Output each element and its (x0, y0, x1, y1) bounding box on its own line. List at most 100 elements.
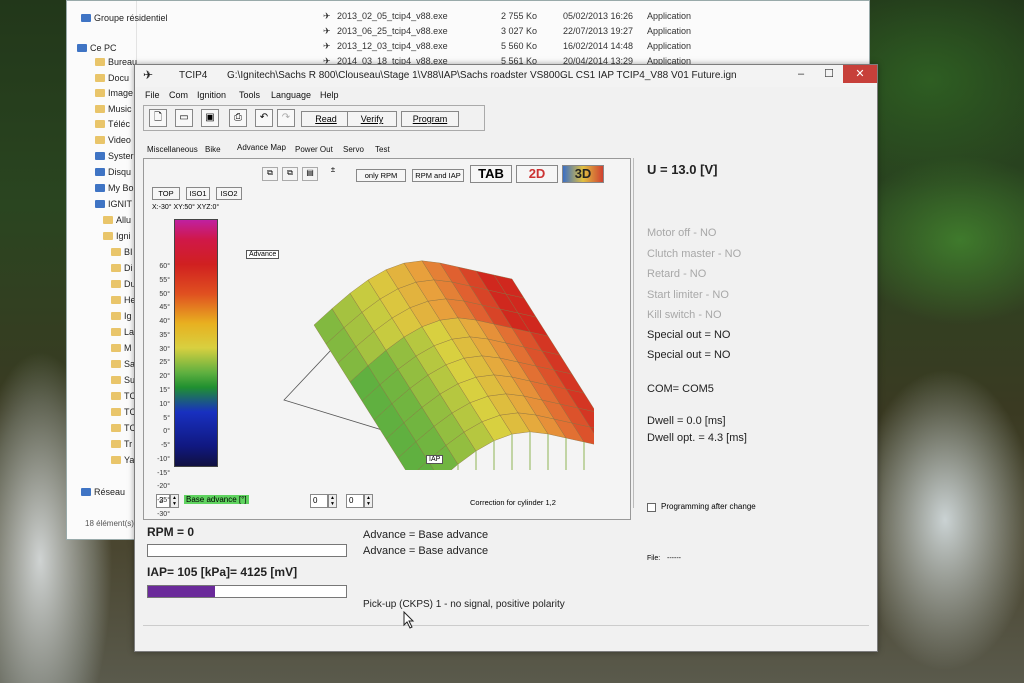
app-icon: ✈ (143, 68, 154, 82)
explorer-nav-item[interactable]: Téléc (95, 117, 130, 131)
tab-servo[interactable]: Servo (343, 145, 364, 157)
title-bar: ✈ TCIP4 G:\Ignitech\Sachs R 800\Clouseau… (135, 65, 877, 87)
correction-a-stepper[interactable]: ▲ ▼ (328, 494, 337, 508)
explorer-nav-item[interactable]: Video (95, 133, 131, 147)
explorer-nav-item[interactable]: Ya (111, 453, 134, 467)
explorer-nav-item[interactable]: TC (111, 389, 136, 403)
adjust-icon[interactable]: ± (326, 165, 340, 183)
explorer-nav-item[interactable]: Di (111, 261, 133, 275)
explorer-nav-item[interactable]: Bureau (95, 55, 137, 69)
explorer-nav-item[interactable]: Disqu (95, 165, 131, 179)
file-size: 2 755 Ko (501, 11, 538, 21)
file-value: ------ (667, 555, 681, 562)
explorer-nav-label: Ya (124, 455, 135, 465)
explorer-nav-item[interactable]: M (111, 341, 132, 355)
tab-advance-map[interactable]: Advance Map (237, 143, 286, 155)
scale-tick-label: 60° (159, 263, 170, 270)
tab-bike[interactable]: Bike (205, 145, 221, 157)
file-row[interactable]: ✈ 2013_06_25_tcip4_v88.exe 3 027 Ko 22/07/2… (323, 26, 783, 41)
menu-ignition[interactable]: Ignition (197, 90, 226, 100)
menu-com[interactable]: Com (169, 90, 188, 100)
explorer-nav-item[interactable]: Ce PC (77, 41, 117, 55)
file-row[interactable]: ✈ 2013_02_05_tcip4_v88.exe 2 755 Ko 05/02/2… (323, 11, 783, 26)
clipboard-icon[interactable]: ▤ (302, 167, 318, 181)
iso1-view-button[interactable]: ISO1 (186, 187, 210, 200)
2d-view-button[interactable]: 2D (516, 165, 558, 183)
programming-after-change-checkbox[interactable] (647, 503, 656, 512)
explorer-nav-item[interactable]: Tr (111, 437, 132, 451)
folder-icon (95, 58, 105, 66)
only-rpm-button[interactable]: only RPM (356, 169, 406, 182)
explorer-nav-item[interactable]: TC (111, 421, 136, 435)
correction-b-stepper[interactable]: ▲ ▼ (364, 494, 373, 508)
menu-language[interactable]: Language (271, 90, 311, 100)
explorer-nav-item[interactable]: He (111, 293, 136, 307)
folder-icon (111, 376, 121, 384)
explorer-nav-item[interactable]: TC (111, 405, 136, 419)
explorer-nav-item[interactable]: Image (95, 86, 133, 100)
explorer-nav-item[interactable]: Docu (95, 71, 129, 85)
folder-icon (95, 136, 105, 144)
correction-a-value[interactable]: 0 (310, 494, 328, 508)
iso2-view-button[interactable]: ISO2 (216, 187, 242, 200)
minimize-button[interactable]: – (787, 65, 815, 83)
application-icon: ✈ (323, 41, 331, 51)
file-row[interactable]: ✈ 2013_12_03_tcip4_v88.exe 5 560 Ko 16/02/2… (323, 41, 783, 56)
explorer-nav-item[interactable]: BI (111, 245, 133, 259)
explorer-nav-item[interactable]: Du (111, 277, 136, 291)
3d-view-button[interactable]: 3D (562, 165, 604, 183)
correction-label: Correction for cylinder 1,2 (470, 498, 556, 507)
read-button[interactable]: Read (301, 111, 351, 127)
top-view-button[interactable]: TOP (152, 187, 180, 200)
print-icon[interactable]: ⎙ (229, 109, 247, 127)
verify-button[interactable]: Verify (347, 111, 397, 127)
explorer-navigation-pane[interactable]: Groupe résidentiel Ce PC Bureau Docu Image Mu… (67, 1, 168, 541)
drive-icon (95, 168, 105, 176)
explorer-nav-item[interactable]: Réseau (81, 485, 125, 499)
explorer-nav-item[interactable]: Sa (111, 357, 135, 371)
paste-icon[interactable]: ⧉ (282, 167, 298, 181)
explorer-nav-item[interactable]: My Bo (95, 181, 134, 195)
iap-axis-label: IAP (426, 455, 444, 464)
file-name: 2013_02_05_tcip4_v88.exe (337, 11, 448, 21)
maximize-button[interactable]: ☐ (815, 65, 843, 83)
explorer-nav-label: Réseau (94, 487, 126, 497)
explorer-nav-item[interactable]: Su (111, 373, 135, 387)
menu-tools[interactable]: Tools (239, 90, 260, 100)
iap-progress-fill (148, 586, 216, 597)
explorer-nav-item[interactable]: IGNIT (95, 197, 132, 211)
advance-map-3d-surface[interactable] (254, 205, 594, 470)
menu-file[interactable]: File (145, 90, 160, 100)
explorer-nav-item[interactable]: Music (95, 102, 132, 116)
file-path: G:\Ignitech\Sachs R 800\Clouseau\Stage 1… (227, 70, 737, 81)
explorer-nav-item[interactable]: Igni (103, 229, 131, 243)
scale-tick-label: 50° (159, 290, 170, 298)
application-icon: ✈ (323, 26, 331, 36)
program-button[interactable]: Program (401, 111, 459, 127)
explorer-nav-item[interactable]: Groupe résidentiel (81, 11, 168, 25)
close-button[interactable]: ✕ (843, 65, 877, 83)
rpm-and-iap-button[interactable]: RPM and IAP (412, 169, 464, 182)
undo-icon[interactable]: ↶ (255, 109, 273, 127)
new-file-icon[interactable]: 🗋 (149, 109, 167, 127)
explorer-nav-item[interactable]: Syster (95, 149, 134, 163)
map-index-stepper[interactable]: ▲ ▼ (170, 494, 179, 508)
explorer-nav-item[interactable]: Ig (111, 309, 132, 323)
menu-bar: File Com Ignition Tools Language Help (135, 87, 877, 104)
correction-b-value[interactable]: 0 (346, 494, 364, 508)
save-icon[interactable]: ▣ (201, 109, 219, 127)
redo-icon[interactable]: ↷ (277, 109, 295, 127)
advance-source-1: Advance = Base advance (363, 529, 489, 541)
explorer-nav-label: Tr (124, 439, 133, 449)
file-date: 22/07/2013 19:27 (563, 26, 634, 36)
copy-icon[interactable]: ⧉ (262, 167, 278, 181)
explorer-nav-item[interactable]: Allu (103, 213, 131, 227)
tab-test[interactable]: Test (375, 145, 390, 157)
open-folder-icon[interactable]: ▭ (175, 109, 193, 127)
tab-miscellaneous[interactable]: Miscellaneous (147, 145, 198, 157)
scale-tick-label: 40° (159, 318, 170, 326)
menu-help[interactable]: Help (320, 90, 339, 100)
explorer-nav-item[interactable]: La (111, 325, 134, 339)
tab-power-out[interactable]: Power Out (295, 145, 333, 157)
tab-view-button[interactable]: TAB (470, 165, 512, 183)
